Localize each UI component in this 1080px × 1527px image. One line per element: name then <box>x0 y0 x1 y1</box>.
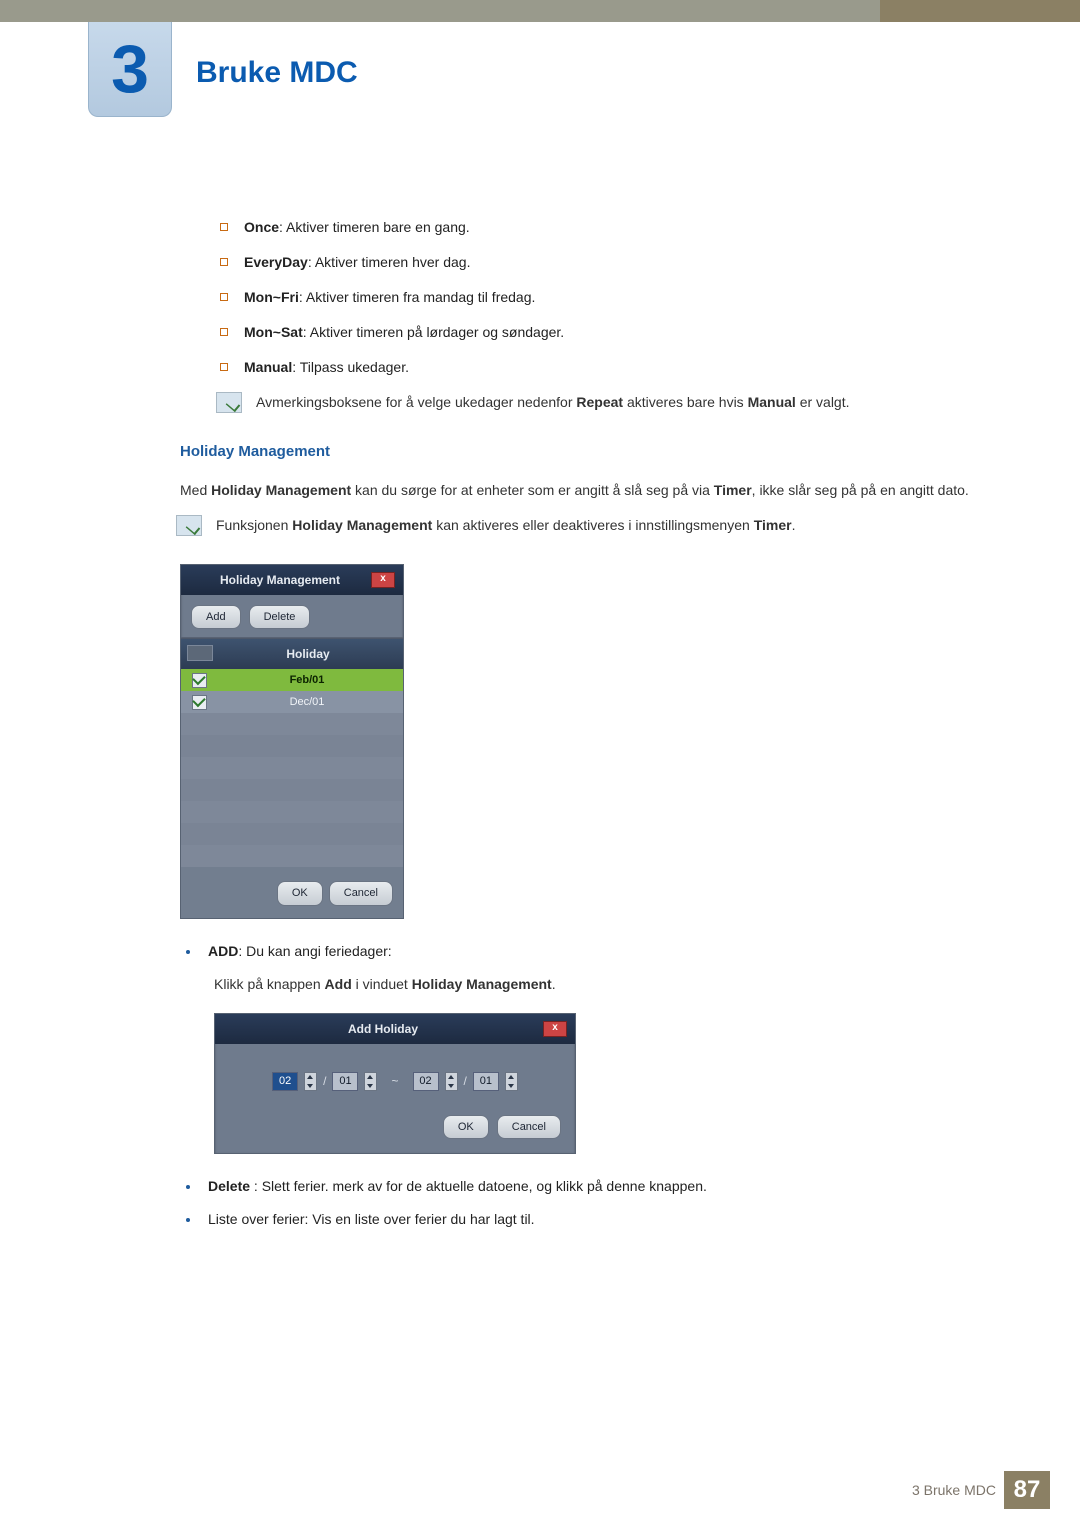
square-bullet-icon <box>220 223 228 231</box>
dialog-toolbar: Add Delete <box>181 595 403 639</box>
slash-separator: / <box>323 1072 326 1090</box>
dot-bullet-icon <box>186 1218 190 1222</box>
ok-button[interactable]: OK <box>443 1115 489 1140</box>
table-row-empty <box>181 801 403 823</box>
note-icon <box>216 392 242 413</box>
option-label: Mon~Sat <box>244 324 303 340</box>
note-icon <box>176 515 202 536</box>
holiday-cell: Dec/01 <box>211 694 403 711</box>
action-label: Delete <box>208 1178 250 1194</box>
top-decor-strip <box>0 0 1080 22</box>
table-row[interactable]: Feb/01 <box>181 669 403 691</box>
option-desc: : Aktiver timeren på lørdager og søndage… <box>303 324 564 340</box>
spinner-icon[interactable] <box>364 1072 377 1091</box>
to-month-field[interactable]: 02 <box>413 1072 439 1091</box>
action-descriptions: ADD: Du kan angi feriedager: Klikk på kn… <box>180 941 980 1231</box>
dialog-titlebar: Add Holiday x <box>215 1014 575 1044</box>
chapter-number-badge: 3 <box>88 22 172 117</box>
dialog-title-text: Add Holiday <box>223 1020 543 1038</box>
ok-button[interactable]: OK <box>277 881 323 906</box>
page-title: Bruke MDC <box>196 50 358 95</box>
spinner-icon[interactable] <box>445 1072 458 1091</box>
table-row[interactable]: Dec/01 <box>181 691 403 713</box>
table-row-empty <box>181 823 403 845</box>
list-item: Mon~Sat: Aktiver timeren på lørdager og … <box>220 322 980 343</box>
list-item: Liste over ferier: Vis en liste over fer… <box>186 1209 980 1230</box>
holiday-cell: Feb/01 <box>211 672 403 689</box>
holiday-management-heading: Holiday Management <box>180 441 980 464</box>
list-item: Once: Aktiver timeren bare en gang. <box>220 217 980 238</box>
option-label: Manual <box>244 359 292 375</box>
list-item: ADD: Du kan angi feriedager: <box>186 941 980 962</box>
from-day-field[interactable]: 01 <box>332 1072 358 1091</box>
dot-bullet-icon <box>186 950 190 954</box>
cancel-button[interactable]: Cancel <box>329 881 393 906</box>
row-checkbox[interactable] <box>192 695 207 710</box>
table-header: Holiday <box>181 639 403 669</box>
hm-activate-note: Funksjonen Holiday Management kan aktive… <box>176 515 980 536</box>
option-desc: : Aktiver timeren bare en gang. <box>279 219 470 235</box>
close-icon[interactable]: x <box>371 572 395 588</box>
row-checkbox[interactable] <box>192 673 207 688</box>
cancel-button[interactable]: Cancel <box>497 1115 561 1140</box>
table-row-empty <box>181 757 403 779</box>
table-row-empty <box>181 779 403 801</box>
dialog-footer: OK Cancel <box>181 867 403 918</box>
option-desc: : Tilpass ukedager. <box>292 359 409 375</box>
spinner-icon[interactable] <box>304 1072 317 1091</box>
holiday-management-para: Med Holiday Management kan du sørge for … <box>180 480 980 501</box>
to-day-field[interactable]: 01 <box>473 1072 499 1091</box>
add-button[interactable]: Add <box>191 605 241 630</box>
timer-options-list: Once: Aktiver timeren bare en gang. Ever… <box>180 217 980 413</box>
option-desc: : Aktiver timeren fra mandag til fredag. <box>299 289 536 305</box>
dialog-titlebar: Holiday Management x <box>181 565 403 595</box>
table-row-empty <box>181 735 403 757</box>
add-holiday-dialog: Add Holiday x 02 / 01 ~ 02 / 01 <box>214 1013 576 1155</box>
table-row-empty <box>181 713 403 735</box>
page-footer: 3 Bruke MDC 87 <box>912 1471 1050 1509</box>
list-item: Delete : Slett ferier. merk av for de ak… <box>186 1176 980 1197</box>
footer-chapter-text: 3 Bruke MDC <box>912 1480 996 1501</box>
option-label: Mon~Fri <box>244 289 299 305</box>
add-holiday-body: 02 / 01 ~ 02 / 01 <box>215 1044 575 1115</box>
dialog-title-text: Holiday Management <box>189 571 371 589</box>
range-tilde: ~ <box>383 1072 406 1090</box>
square-bullet-icon <box>220 363 228 371</box>
dialog-footer: OK Cancel <box>215 1115 575 1154</box>
delete-button[interactable]: Delete <box>249 605 311 630</box>
holiday-table: Holiday Feb/01 Dec/01 <box>181 638 403 867</box>
list-item: Mon~Fri: Aktiver timeren fra mandag til … <box>220 287 980 308</box>
select-all-checkbox[interactable] <box>187 645 213 661</box>
page: 3 Bruke MDC Once: Aktiver timeren bare e… <box>0 0 1080 1527</box>
page-number: 87 <box>1004 1471 1050 1509</box>
dot-bullet-icon <box>186 1185 190 1189</box>
list-item: EveryDay: Aktiver timeren hver dag. <box>220 252 980 273</box>
close-icon[interactable]: x <box>543 1021 567 1037</box>
square-bullet-icon <box>220 293 228 301</box>
chapter-number: 3 <box>111 18 149 120</box>
list-item: Manual: Tilpass ukedager. <box>220 357 980 378</box>
option-desc: : Aktiver timeren hver dag. <box>308 254 471 270</box>
slash-separator: / <box>464 1072 467 1090</box>
holiday-management-dialog: Holiday Management x Add Delete Holiday … <box>180 564 404 919</box>
spinner-icon[interactable] <box>505 1072 518 1091</box>
add-subtext: Klikk på knappen Add i vinduet Holiday M… <box>214 974 980 995</box>
option-label: Once <box>244 219 279 235</box>
square-bullet-icon <box>220 258 228 266</box>
list-desc: Liste over ferier: Vis en liste over fer… <box>208 1209 980 1230</box>
from-month-field[interactable]: 02 <box>272 1072 298 1091</box>
chapter-banner: 3 Bruke MDC <box>0 22 1080 157</box>
option-label: EveryDay <box>244 254 308 270</box>
column-header-holiday: Holiday <box>213 645 403 663</box>
table-row-empty <box>181 845 403 867</box>
content-area: Once: Aktiver timeren bare en gang. Ever… <box>0 217 1080 1230</box>
repeat-note: Avmerkingsboksene for å velge ukedager n… <box>216 392 980 413</box>
square-bullet-icon <box>220 328 228 336</box>
action-label: ADD <box>208 943 238 959</box>
